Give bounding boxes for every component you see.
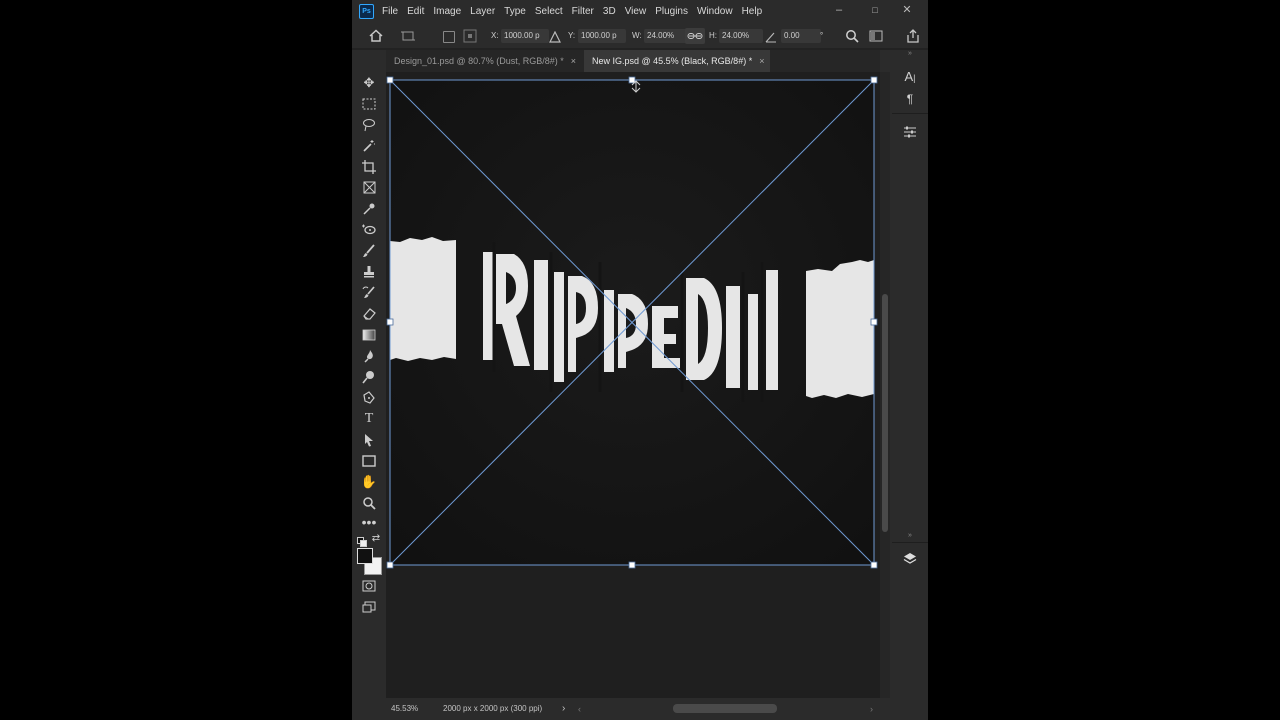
tab-label: Design_01.psd @ 80.7% (Dust, RGB/8#) * (394, 56, 564, 66)
path-select-icon[interactable] (359, 431, 379, 449)
default-colors-icon[interactable] (356, 534, 368, 547)
angle-unit: ° (820, 31, 824, 40)
photoshop-logo: Ps (359, 4, 374, 19)
document-info[interactable]: 2000 px x 2000 px (300 ppi) (443, 698, 542, 720)
eraser-icon[interactable] (359, 305, 379, 323)
dodge-icon[interactable] (359, 368, 379, 386)
close-window-button[interactable]: ✕ (897, 2, 917, 18)
torn-paper-left (390, 237, 456, 361)
menu-bar: Ps File Edit Image Layer Type Select Fil… (352, 0, 928, 22)
workspace-icon[interactable] (869, 29, 883, 43)
tools-panel: ✥ T ✋ ••• ⇄ (352, 72, 386, 720)
h-field[interactable]: 24.00% (719, 29, 763, 43)
magic-wand-icon[interactable] (359, 137, 379, 155)
menu-view[interactable]: View (625, 6, 647, 17)
type-icon[interactable]: T (359, 410, 379, 428)
x-label: X: (491, 31, 499, 40)
move-icon[interactable]: ✥ (359, 74, 379, 92)
stamp-icon[interactable] (359, 263, 379, 281)
close-tab-icon[interactable]: × (759, 56, 764, 66)
canvas-area[interactable] (386, 72, 880, 698)
vertical-scroll-thumb[interactable] (882, 294, 888, 532)
angle-field[interactable]: 0.00 (781, 29, 821, 43)
quick-mask-icon[interactable] (359, 577, 379, 595)
maximize-button[interactable]: □ (865, 2, 885, 18)
y-label: Y: (568, 31, 576, 40)
share-icon[interactable] (905, 28, 921, 44)
menu-select[interactable]: Select (535, 6, 563, 17)
menu-window[interactable]: Window (697, 6, 733, 17)
adjustments-panel-icon[interactable] (901, 123, 919, 141)
search-icon[interactable] (845, 29, 859, 43)
foreground-color-swatch[interactable] (357, 548, 373, 564)
screen-mode-icon[interactable] (359, 598, 379, 616)
options-bar: X: 1000.00 p Y: 1000.00 p W: 24.00% H: 2… (352, 24, 928, 48)
panel-divider (892, 542, 928, 543)
layers-panel-icon[interactable] (901, 550, 919, 568)
status-arrow-icon[interactable]: › (562, 698, 565, 720)
panel-dock: » A| ¶ » (892, 50, 928, 720)
collapse-icon[interactable]: » (903, 532, 917, 540)
scroll-right-icon[interactable]: › (870, 698, 873, 720)
x-field[interactable]: 1000.00 p (501, 29, 549, 43)
blur-icon[interactable] (359, 347, 379, 365)
zoom-level[interactable]: 45.53% (391, 698, 418, 720)
delta-icon (549, 30, 561, 43)
gradient-icon[interactable] (359, 326, 379, 344)
home-icon[interactable] (368, 28, 384, 44)
checkbox-icon[interactable] (443, 31, 455, 43)
minimize-button[interactable]: – (829, 2, 849, 18)
w-label: W: (632, 31, 642, 40)
swap-colors-icon[interactable]: ⇄ (370, 533, 382, 545)
h-label: H: (709, 31, 717, 40)
zoom-icon[interactable] (359, 494, 379, 512)
link-icon[interactable] (685, 28, 705, 44)
status-bar: 45.53% 2000 px x 2000 px (300 ppi) › ‹ › (386, 698, 890, 720)
panel-divider (892, 113, 928, 114)
hand-icon[interactable]: ✋ (359, 473, 379, 491)
menu-items: File Edit Image Layer Type Select Filter… (382, 0, 771, 22)
lasso-icon[interactable] (359, 116, 379, 134)
grid-reference-icon[interactable] (463, 29, 477, 43)
w-field[interactable]: 24.00% (644, 29, 688, 43)
collapse-icon[interactable]: » (903, 50, 917, 58)
document-tabs: Design_01.psd @ 80.7% (Dust, RGB/8#) * × … (386, 50, 880, 72)
menu-filter[interactable]: Filter (572, 6, 594, 17)
menu-layer[interactable]: Layer (470, 6, 495, 17)
document-canvas[interactable] (386, 72, 880, 698)
y-field[interactable]: 1000.00 p (578, 29, 626, 43)
crop-icon[interactable] (359, 158, 379, 176)
history-brush-icon[interactable] (359, 284, 379, 302)
photoshop-window: Ps File Edit Image Layer Type Select Fil… (352, 0, 928, 720)
healing-icon[interactable] (359, 221, 379, 239)
menu-plugins[interactable]: Plugins (655, 6, 688, 17)
vertical-scrollbar[interactable] (880, 72, 890, 698)
menu-file[interactable]: File (382, 6, 398, 17)
pen-icon[interactable] (359, 389, 379, 407)
tab-design-01[interactable]: Design_01.psd @ 80.7% (Dust, RGB/8#) * × (386, 50, 580, 72)
tab-new-ig[interactable]: New IG.psd @ 45.5% (Black, RGB/8#) * × (584, 50, 770, 72)
scroll-left-icon[interactable]: ‹ (578, 698, 581, 720)
menu-type[interactable]: Type (504, 6, 526, 17)
menu-help[interactable]: Help (742, 6, 763, 17)
marquee-icon[interactable] (359, 95, 379, 113)
torn-paper-right (806, 260, 874, 398)
horizontal-scroll-thumb[interactable] (673, 704, 777, 713)
menu-edit[interactable]: Edit (407, 6, 424, 17)
rectangle-icon[interactable] (359, 452, 379, 470)
close-tab-icon[interactable]: × (571, 56, 576, 66)
tab-label: New IG.psd @ 45.5% (Black, RGB/8#) * (592, 56, 753, 66)
paragraph-panel-icon[interactable]: ¶ (901, 90, 919, 108)
reference-point-icon[interactable] (401, 29, 415, 43)
angle-icon (765, 30, 777, 43)
menu-3d[interactable]: 3D (603, 6, 616, 17)
character-panel-icon[interactable]: A| (901, 68, 919, 86)
frame-icon[interactable] (359, 179, 379, 197)
menu-image[interactable]: Image (433, 6, 461, 17)
more-icon[interactable]: ••• (359, 515, 379, 533)
eyedropper-icon[interactable] (359, 200, 379, 218)
brush-icon[interactable] (359, 242, 379, 260)
